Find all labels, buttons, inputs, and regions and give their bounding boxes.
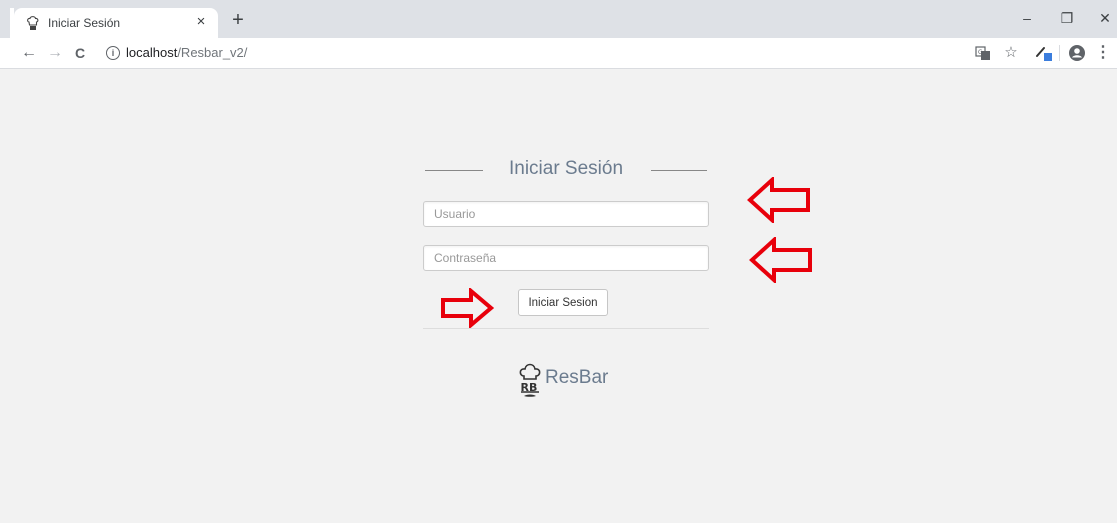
toolbar-separator bbox=[1059, 45, 1060, 61]
forward-button[interactable]: → bbox=[45, 44, 65, 62]
back-button[interactable]: ← bbox=[19, 44, 39, 62]
browser-tab[interactable]: Iniciar Sesión × bbox=[14, 8, 218, 38]
brand-name: ResBar bbox=[545, 367, 609, 388]
close-window-button[interactable]: ✕ bbox=[1093, 9, 1117, 27]
translate-icon[interactable]: G bbox=[975, 45, 991, 61]
extension-icon[interactable] bbox=[1035, 44, 1053, 62]
brand: RB ResBar bbox=[518, 361, 638, 401]
left-arrow-icon bbox=[749, 237, 812, 283]
login-divider bbox=[423, 328, 709, 329]
browser-tab-strip: Iniciar Sesión × + – ❐ ✕ bbox=[0, 0, 1117, 38]
menu-icon[interactable]: ⋮ bbox=[1094, 45, 1112, 61]
right-arrow-icon bbox=[441, 288, 494, 328]
tab-close-icon[interactable]: × bbox=[192, 13, 210, 31]
title-rule-right bbox=[651, 170, 707, 171]
browser-toolbar: ← → C i localhost/Resbar_v2/ G ☆ ⋮ bbox=[0, 38, 1117, 69]
account-icon[interactable] bbox=[1068, 44, 1086, 62]
new-tab-button[interactable]: + bbox=[226, 10, 250, 30]
minimize-button[interactable]: – bbox=[1015, 9, 1039, 27]
address-bar[interactable]: i localhost/Resbar_v2/ bbox=[98, 41, 968, 65]
address-url[interactable]: localhost/Resbar_v2/ bbox=[126, 45, 247, 60]
password-field[interactable] bbox=[423, 245, 709, 271]
chef-hat-icon bbox=[27, 16, 39, 30]
info-icon[interactable]: i bbox=[106, 46, 120, 60]
tab-title: Iniciar Sesión bbox=[48, 16, 121, 30]
restore-button[interactable]: ❐ bbox=[1055, 9, 1079, 27]
login-title: Iniciar Sesión bbox=[508, 158, 624, 179]
username-field[interactable] bbox=[423, 201, 709, 227]
login-button[interactable]: Iniciar Sesion bbox=[518, 289, 608, 316]
login-title-row: Iniciar Sesión bbox=[423, 158, 709, 182]
svg-text:G: G bbox=[978, 49, 983, 56]
resbar-logo: RB bbox=[519, 363, 541, 397]
reload-button[interactable]: C bbox=[70, 44, 90, 62]
star-icon[interactable]: ☆ bbox=[1002, 45, 1020, 61]
left-arrow-icon bbox=[747, 177, 810, 223]
